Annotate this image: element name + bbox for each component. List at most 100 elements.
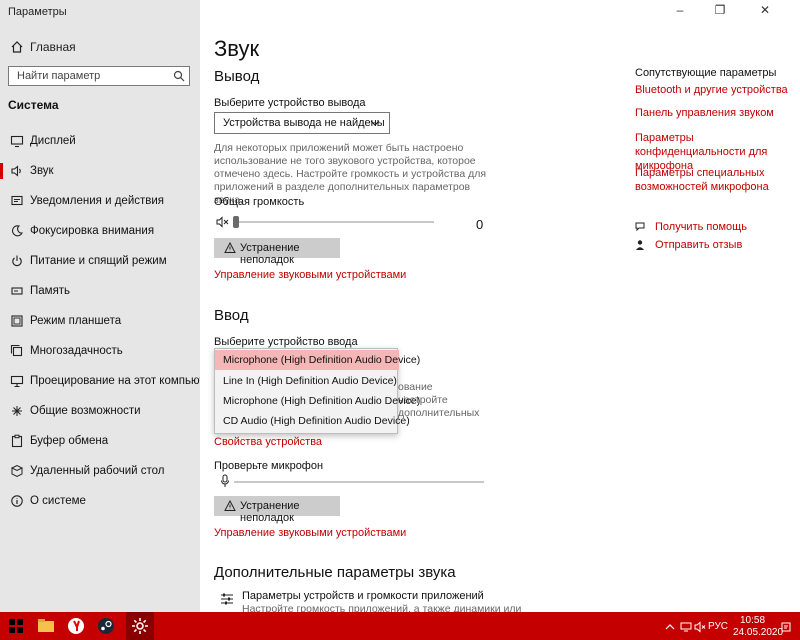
device-properties-link[interactable]: Свойства устройства [214,436,322,448]
test-mic-label: Проверьте микрофон [214,460,324,472]
notifications-center-icon[interactable] [780,621,792,633]
output-manage-devices-link[interactable]: Управление звуковыми устройствами [214,269,406,281]
sidebar-item-label: Звук [30,165,54,177]
sidebar-item-storage[interactable]: Память [0,277,200,305]
minimize-button[interactable]: – [670,3,690,17]
output-heading: Вывод [214,68,260,85]
sidebar-item-display[interactable]: Дисплей [0,127,200,155]
yandex-browser-icon[interactable] [66,616,86,636]
input-device-option[interactable]: Microphone (High Definition Audio Device… [215,391,420,411]
sidebar-item-power[interactable]: Питание и спящий режим [0,247,200,275]
volume-slider-track[interactable] [234,221,434,223]
sidebar-section-title: Система [8,98,59,112]
volume-value: 0 [476,217,484,232]
maximize-button[interactable]: ❐ [710,3,730,17]
chevron-down-icon [370,120,380,126]
main-content: – ❐ ✕ Звук Вывод Выберите устройство выв… [200,0,800,615]
tablet-icon [11,315,23,327]
sidebar: Параметры Главная Найти параметр Система… [0,0,217,612]
app-volume-settings-item[interactable]: Параметры устройств и громкости приложен… [214,588,521,615]
volume-label: Общая громкость [214,196,305,208]
sidebar-item-home[interactable]: Главная [0,36,200,58]
option-label: Line In (High Definition Audio Device) [223,375,397,387]
sidebar-item-notifications[interactable]: Уведомления и действия [0,187,200,215]
input-device-option[interactable]: Line In (High Definition Audio Device) [215,371,399,391]
option-label: Microphone (High Definition Audio Device… [223,395,421,407]
related-link-sound-control-panel[interactable]: Панель управления звуком [635,106,774,120]
window-controls: – ❐ ✕ [660,0,800,20]
sidebar-item-label: Режим планшета [30,315,122,327]
moon-icon [12,225,23,237]
mic-level-meter [234,481,484,483]
close-button[interactable]: ✕ [755,3,775,17]
shared-icon [12,406,22,416]
sidebar-item-label: О системе [30,495,86,507]
sidebar-item-sound[interactable]: Звук [0,157,200,185]
microphone-icon [221,474,229,487]
speaker-icon [11,165,21,177]
output-troubleshoot-label: Устранение неполадок [240,242,300,266]
sidebar-item-shared[interactable]: Общие возможности [0,397,200,425]
volume-muted-icon[interactable] [694,621,706,633]
sidebar-item-focus[interactable]: Фокусировка внимания [0,217,200,245]
input-device-dropdown[interactable]: Microphone (High Definition Audio Device… [214,348,420,434]
sidebar-item-projecting[interactable]: Проецирование на этот компьютер [0,367,217,395]
output-troubleshoot-button[interactable]: Устранение неполадок [214,238,340,266]
clock-time[interactable]: 10:58 [740,615,765,626]
network-icon[interactable] [680,621,692,633]
app-volume-title: Параметры устройств и громкости приложен… [242,590,484,602]
clipboard-icon [11,434,23,448]
help-chat-icon [635,222,645,232]
clock-date[interactable]: 24.05.2020 [733,627,783,638]
notifications-icon [11,195,23,206]
tray-expand-icon[interactable] [664,621,676,633]
power-icon [12,255,22,267]
input-description-fragment: ование [398,381,433,393]
search-placeholder: Найти параметр [17,70,101,82]
option-label: CD Audio (High Definition Audio Device) [223,415,410,427]
sidebar-item-remote-desktop[interactable]: Удаленный рабочий стол [0,457,200,485]
input-description-fragment: дополнительных [398,407,480,419]
warning-icon [224,500,236,511]
sidebar-item-label: Многозадачность [30,345,123,357]
sidebar-item-label: Общие возможности [30,405,141,417]
window-title: Параметры [8,6,67,18]
input-language[interactable]: РУС [708,621,728,632]
remote-icon [10,464,24,478]
sidebar-item-label: Фокусировка внимания [30,225,155,237]
sidebar-home-label: Главная [30,40,76,54]
file-explorer-icon[interactable] [36,616,56,636]
output-device-value: Устройства вывода не найдены [223,117,385,129]
page-title: Звук [214,36,260,61]
feedback-icon [636,240,644,250]
advanced-heading: Дополнительные параметры звука [214,564,456,581]
sidebar-item-multitasking[interactable]: Многозадачность [0,337,200,365]
related-link-bluetooth[interactable]: Bluetooth и другие устройства [635,83,788,97]
settings-taskbar-button[interactable] [126,612,154,640]
volume-slider-thumb[interactable] [233,216,239,228]
input-device-option[interactable]: Microphone (High Definition Audio Device… [215,350,420,370]
sidebar-item-label: Проецирование на этот компьютер [30,375,218,387]
related-link-mic-accessibility[interactable]: Параметры специальных возможностей микро… [635,166,775,194]
sidebar-item-label: Уведомления и действия [30,195,165,207]
output-choose-label: Выберите устройство вывода [214,97,366,109]
input-device-option[interactable]: CD Audio (High Definition Audio Device) [215,411,410,431]
sidebar-item-tablet[interactable]: Режим планшета [0,307,200,335]
start-icon[interactable] [6,616,26,636]
search-input[interactable]: Найти параметр [8,66,190,86]
input-troubleshoot-button[interactable]: Устранение неполадок [214,496,340,524]
taskbar: РУС 10:58 24.05.2020 [0,612,800,640]
related-settings-title: Сопутствующие параметры [635,67,777,79]
search-icon[interactable] [173,70,185,82]
sidebar-item-about[interactable]: О системе [0,487,200,515]
display-icon [10,135,24,148]
gear-icon [132,618,148,634]
steam-icon[interactable] [96,616,116,636]
input-manage-devices-link[interactable]: Управление звуковыми устройствами [214,527,406,539]
output-device-select[interactable]: Устройства вывода не найдены [214,112,390,134]
warning-icon [224,242,236,253]
feedback-label: Отправить отзыв [655,239,743,251]
speaker-mute-icon[interactable] [216,216,230,228]
info-icon [11,495,23,507]
sidebar-item-clipboard[interactable]: Буфер обмена [0,427,200,455]
